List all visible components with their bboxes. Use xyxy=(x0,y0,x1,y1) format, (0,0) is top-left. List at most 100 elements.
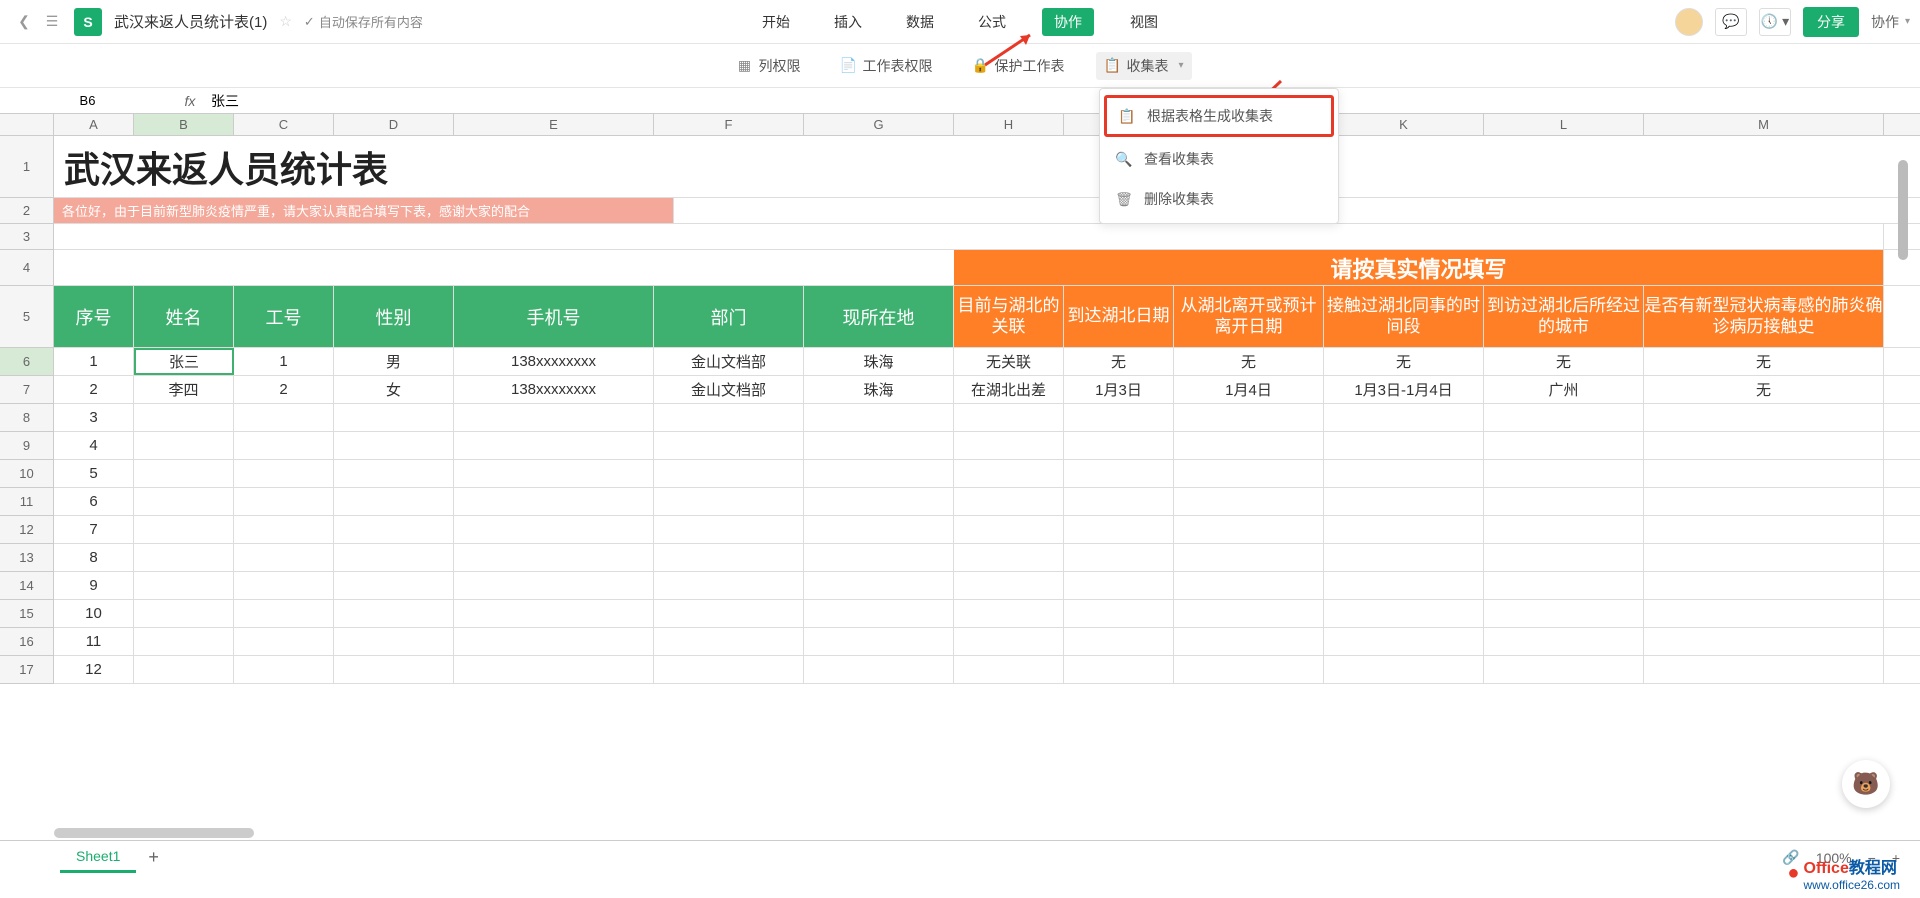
cell[interactable] xyxy=(54,250,954,285)
cell[interactable] xyxy=(334,600,454,627)
cell[interactable] xyxy=(1644,516,1884,543)
cell[interactable] xyxy=(1324,656,1484,683)
cell[interactable] xyxy=(954,432,1064,459)
cell[interactable]: 珠海 xyxy=(804,348,954,375)
column-header[interactable]: L xyxy=(1484,114,1644,135)
cell[interactable] xyxy=(804,432,954,459)
cell[interactable]: 各位好，由于目前新型肺炎疫情严重，请大家认真配合填写下表，感谢大家的配合 xyxy=(54,198,674,223)
horizontal-scrollbar[interactable] xyxy=(54,826,1890,840)
cell[interactable] xyxy=(334,488,454,515)
cell[interactable] xyxy=(654,432,804,459)
cell[interactable] xyxy=(134,544,234,571)
row-header[interactable]: 17 xyxy=(0,656,54,684)
cell[interactable] xyxy=(1174,460,1324,487)
cell[interactable]: 1 xyxy=(54,348,134,375)
cell[interactable] xyxy=(1174,432,1324,459)
cell[interactable] xyxy=(954,488,1064,515)
cell[interactable]: 11 xyxy=(54,628,134,655)
cell[interactable]: 珠海 xyxy=(804,376,954,403)
cell[interactable] xyxy=(134,600,234,627)
row-header[interactable]: 1 xyxy=(0,136,54,198)
cell[interactable] xyxy=(1644,544,1884,571)
cell[interactable]: 无 xyxy=(1644,348,1884,375)
cell[interactable] xyxy=(1324,544,1484,571)
cell[interactable] xyxy=(1484,544,1644,571)
cell[interactable] xyxy=(454,516,654,543)
cell[interactable] xyxy=(134,516,234,543)
cell[interactable]: 8 xyxy=(54,544,134,571)
cell[interactable]: 金山文档部 xyxy=(654,376,804,403)
row-header[interactable]: 12 xyxy=(0,516,54,544)
column-header[interactable]: A xyxy=(54,114,134,135)
cell[interactable] xyxy=(954,656,1064,683)
cell[interactable] xyxy=(1064,628,1174,655)
collab-dropdown[interactable]: 协作▾ xyxy=(1871,12,1910,32)
cell[interactable]: 138xxxxxxxx xyxy=(454,348,654,375)
row-header[interactable]: 10 xyxy=(0,460,54,488)
cell[interactable] xyxy=(1644,600,1884,627)
avatar[interactable] xyxy=(1675,8,1703,36)
row-header[interactable]: 11 xyxy=(0,488,54,516)
cell[interactable] xyxy=(654,516,804,543)
select-all-corner[interactable] xyxy=(0,114,54,135)
cell[interactable] xyxy=(134,628,234,655)
cell[interactable] xyxy=(1644,572,1884,599)
cell[interactable] xyxy=(1324,460,1484,487)
cell[interactable]: 工号 xyxy=(234,286,334,347)
column-permission-button[interactable]: ▦ 列权限 xyxy=(728,52,808,80)
cell[interactable]: 无 xyxy=(1484,348,1644,375)
cell[interactable] xyxy=(1484,460,1644,487)
cell[interactable] xyxy=(654,572,804,599)
menu-start[interactable]: 开始 xyxy=(754,8,798,36)
cell[interactable] xyxy=(804,460,954,487)
cell[interactable] xyxy=(804,516,954,543)
row-header[interactable]: 7 xyxy=(0,376,54,404)
cell[interactable] xyxy=(1174,404,1324,431)
cell[interactable]: 到访过湖北后所经过的城市 xyxy=(1484,286,1644,347)
cell[interactable] xyxy=(1174,656,1324,683)
cell[interactable]: 张三 xyxy=(134,348,234,375)
cell[interactable] xyxy=(234,404,334,431)
cell[interactable] xyxy=(334,628,454,655)
row-header[interactable]: 13 xyxy=(0,544,54,572)
cell[interactable] xyxy=(1064,432,1174,459)
cell[interactable]: 无 xyxy=(1324,348,1484,375)
cell[interactable] xyxy=(804,600,954,627)
cell[interactable] xyxy=(954,460,1064,487)
cell[interactable] xyxy=(334,656,454,683)
cell[interactable]: 金山文档部 xyxy=(654,348,804,375)
cell[interactable] xyxy=(1644,460,1884,487)
share-button[interactable]: 分享 xyxy=(1803,7,1859,37)
cell[interactable] xyxy=(234,656,334,683)
cell[interactable]: 女 xyxy=(334,376,454,403)
cell[interactable] xyxy=(954,404,1064,431)
column-header[interactable]: H xyxy=(954,114,1064,135)
menu-data[interactable]: 数据 xyxy=(898,8,942,36)
cell[interactable]: 2 xyxy=(234,376,334,403)
cell[interactable] xyxy=(334,516,454,543)
cell[interactable] xyxy=(1484,600,1644,627)
cell[interactable] xyxy=(54,224,1884,249)
cell[interactable] xyxy=(954,544,1064,571)
cell[interactable] xyxy=(654,600,804,627)
cell[interactable]: 1月3日 xyxy=(1064,376,1174,403)
cell[interactable]: 姓名 xyxy=(134,286,234,347)
cell[interactable] xyxy=(954,516,1064,543)
cell[interactable] xyxy=(654,460,804,487)
cell[interactable]: 李四 xyxy=(134,376,234,403)
cell[interactable] xyxy=(334,572,454,599)
cell[interactable] xyxy=(134,404,234,431)
cell[interactable] xyxy=(1324,600,1484,627)
row-header[interactable]: 9 xyxy=(0,432,54,460)
cell[interactable] xyxy=(954,628,1064,655)
cell[interactable]: 12 xyxy=(54,656,134,683)
comment-icon[interactable]: 💬 xyxy=(1715,8,1747,36)
cell[interactable] xyxy=(1484,488,1644,515)
cell[interactable] xyxy=(954,572,1064,599)
cell[interactable] xyxy=(234,516,334,543)
star-icon[interactable]: ☆ xyxy=(279,13,292,30)
cell[interactable]: 序号 xyxy=(54,286,134,347)
cell[interactable] xyxy=(804,656,954,683)
cell[interactable] xyxy=(334,432,454,459)
cell[interactable] xyxy=(1174,600,1324,627)
